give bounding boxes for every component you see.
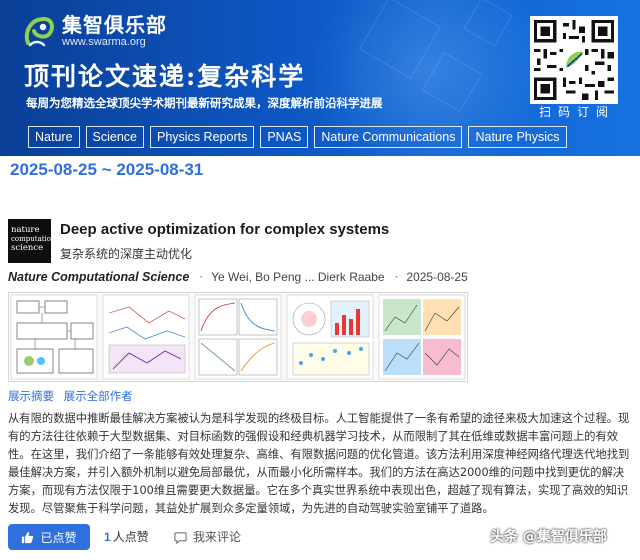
article-abstract: 从有限的数据中推断最佳解决方案被认为是科学发现的终极目标。人工智能提供了一条有希…	[8, 412, 630, 515]
article-figure[interactable]	[8, 292, 468, 382]
header-banner: 集智俱乐部 www.swarma.org 顶刊论文速递:复杂科学 每周为您精选全…	[0, 0, 640, 156]
journal-tab-nature-communications[interactable]: Nature Communications	[314, 126, 463, 148]
article-authors: Ye Wei, Bo Peng ... Dierk Raabe	[211, 270, 385, 284]
comment-label: 我来评论	[193, 530, 242, 544]
journal-logo-line: nature	[11, 225, 40, 235]
qr-code-icon	[534, 20, 614, 100]
watermark: 头条 @集智俱乐部	[490, 529, 607, 545]
separator-dot: ·	[199, 270, 204, 284]
journal-tab-nature[interactable]: Nature	[28, 126, 80, 148]
journal-tabs: Nature Science Physics Reports PNAS Natu…	[28, 126, 567, 148]
show-all-authors-link[interactable]: 展示全部作者	[64, 389, 133, 403]
journal-tab-nature-physics[interactable]: Nature Physics	[468, 126, 567, 148]
article-journal: Nature Computational Science	[8, 270, 190, 284]
brand-url: www.swarma.org	[62, 36, 146, 48]
like-count-suffix: 人点赞	[112, 530, 149, 544]
comment-button[interactable]: 我来评论	[174, 528, 241, 546]
separator-dot: ·	[394, 270, 399, 284]
qr-caption: 扫码订阅	[538, 105, 615, 119]
figure-panels	[10, 294, 466, 380]
date-range: 2025-08-25 ~ 2025-08-31	[10, 160, 204, 179]
article-meta: Nature Computational Science · Ye Wei, B…	[8, 268, 468, 286]
comment-icon	[174, 531, 187, 544]
article-title[interactable]: Deep active optimization for complex sys…	[60, 220, 389, 240]
like-button-label: 已点赞	[40, 530, 77, 545]
like-count: 1 人点赞	[104, 528, 149, 546]
banner-subline: 每周为您精选全球顶尖学术期刊最新研究成果，深度解析前沿科学进展	[26, 96, 383, 110]
journal-logo: nature computational science	[8, 219, 62, 263]
journal-tab-pnas[interactable]: PNAS	[260, 126, 309, 148]
thumbs-up-icon	[22, 531, 34, 543]
qr-code[interactable]	[530, 16, 618, 104]
journal-tab-science[interactable]: Science	[85, 126, 145, 148]
journal-logo-line: science	[11, 243, 44, 253]
article-links: 展示摘要 展示全部作者	[8, 388, 139, 404]
show-abstract-link[interactable]: 展示摘要	[8, 389, 54, 403]
brand-name: 集智俱乐部	[62, 13, 167, 37]
journal-tab-physics-reports[interactable]: Physics Reports	[150, 126, 255, 148]
brand-logo[interactable]: 集智俱乐部 www.swarma.org	[22, 14, 167, 49]
article-title-cn: 复杂系统的深度主动优化	[60, 247, 193, 261]
article-date: 2025-08-25	[406, 270, 468, 284]
like-count-number: 1	[104, 530, 111, 544]
swarma-logo-icon	[22, 15, 56, 49]
like-button[interactable]: 已点赞	[8, 524, 90, 550]
banner-headline: 顶刊论文速递:复杂科学	[24, 62, 306, 91]
